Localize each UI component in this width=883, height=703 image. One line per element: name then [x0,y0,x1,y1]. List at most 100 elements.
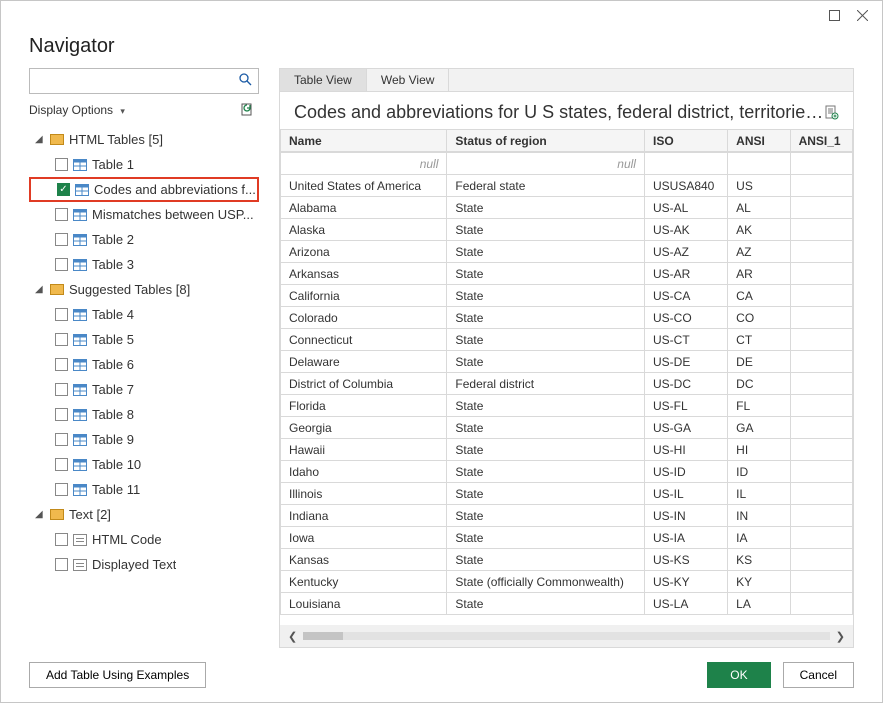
table-row[interactable]: IowaStateUS-IAIA [281,527,853,549]
tree-item[interactable]: HTML Code [29,527,259,552]
table-row[interactable]: IdahoStateUS-IDID [281,461,853,483]
table-row[interactable]: GeorgiaStateUS-GAGA [281,417,853,439]
tree-item[interactable]: Table 11 [29,477,259,502]
search-input[interactable] [36,74,239,88]
column-header[interactable]: ANSI [728,130,790,152]
tree-item[interactable]: Table 10 [29,452,259,477]
maximize-button[interactable] [820,3,848,27]
checkbox[interactable] [55,433,68,446]
add-table-examples-button[interactable]: Add Table Using Examples [29,662,206,688]
cell: AL [728,197,790,219]
table-row[interactable]: KansasStateUS-KSKS [281,549,853,571]
table-row[interactable]: IllinoisStateUS-ILIL [281,483,853,505]
data-grid-body[interactable]: nullnullUnited States of AmericaFederal … [280,152,853,625]
tree-item[interactable]: Table 8 [29,402,259,427]
tab-table-view[interactable]: Table View [280,69,367,91]
column-header[interactable]: Name [281,130,447,152]
cell [790,505,852,527]
cell: State [447,263,645,285]
table-row[interactable]: HawaiiStateUS-HIHI [281,439,853,461]
cell: Alabama [281,197,447,219]
tree-view: ◢HTML Tables [5]Table 1✓Codes and abbrev… [29,127,259,648]
tree-item[interactable]: Table 4 [29,302,259,327]
tree-item[interactable]: Table 2 [29,227,259,252]
table-row[interactable]: CaliforniaStateUS-CACA [281,285,853,307]
tree-item[interactable]: ✓Codes and abbreviations f... [29,177,259,202]
tree-item-label: Table 8 [92,407,134,422]
cell [790,461,852,483]
tree-item[interactable]: Table 5 [29,327,259,352]
checkbox[interactable] [55,458,68,471]
caret-down-icon: ◢ [35,509,45,520]
ok-button[interactable]: OK [707,662,770,688]
checkbox[interactable] [55,558,68,571]
table-row[interactable]: DelawareStateUS-DEDE [281,351,853,373]
scrollbar-track[interactable] [303,632,830,640]
cell: GA [728,417,790,439]
caret-down-icon: ◢ [35,284,45,295]
table-row[interactable]: ConnecticutStateUS-CTCT [281,329,853,351]
column-header[interactable]: ANSI_1 [790,130,852,152]
table-icon [73,459,87,471]
tree-group[interactable]: ◢HTML Tables [5] [29,127,259,152]
checkbox[interactable] [55,158,68,171]
tree-item[interactable]: Table 7 [29,377,259,402]
table-row[interactable]: ArizonaStateUS-AZAZ [281,241,853,263]
column-header[interactable]: Status of region [447,130,645,152]
tree-item[interactable]: Table 3 [29,252,259,277]
checkbox[interactable] [55,308,68,321]
search-box[interactable] [29,68,259,94]
table-row[interactable]: KentuckyState (officially Commonwealth)U… [281,571,853,593]
scroll-right-icon[interactable]: ❯ [836,630,845,643]
cell: Illinois [281,483,447,505]
cell: State [447,505,645,527]
cell [790,549,852,571]
scrollbar-thumb[interactable] [303,632,343,640]
refresh-button[interactable] [240,102,255,117]
checkbox[interactable] [55,233,68,246]
table-row[interactable]: ColoradoStateUS-COCO [281,307,853,329]
table-row[interactable]: ArkansasStateUS-ARAR [281,263,853,285]
tree-group[interactable]: ◢Text [2] [29,502,259,527]
table-icon [73,234,87,246]
table-row[interactable]: LouisianaStateUS-LALA [281,593,853,615]
tree-item[interactable]: Mismatches between USP... [29,202,259,227]
table-row[interactable]: IndianaStateUS-ININ [281,505,853,527]
table-row[interactable]: District of ColumbiaFederal districtUS-D… [281,373,853,395]
table-row[interactable]: United States of AmericaFederal stateUSU… [281,175,853,197]
table-row[interactable]: AlabamaStateUS-ALAL [281,197,853,219]
cell: US-IN [644,505,727,527]
checkbox[interactable] [55,258,68,271]
table-row[interactable]: FloridaStateUS-FLFL [281,395,853,417]
checkbox[interactable] [55,483,68,496]
scroll-left-icon[interactable]: ❮ [288,630,297,643]
tree-group-label: Suggested Tables [8] [69,282,190,297]
cell: US-IL [644,483,727,505]
column-header[interactable]: ISO [644,130,727,152]
tree-group[interactable]: ◢ Suggested Tables [8] [29,277,259,302]
cell [790,483,852,505]
checkbox[interactable] [55,358,68,371]
table-icon [73,409,87,421]
checkbox[interactable] [55,208,68,221]
checkbox[interactable]: ✓ [57,183,70,196]
cancel-button[interactable]: Cancel [783,662,854,688]
checkbox[interactable] [55,383,68,396]
checkbox[interactable] [55,408,68,421]
cell: US-KY [644,571,727,593]
tree-item[interactable]: Table 1 [29,152,259,177]
tab-web-view[interactable]: Web View [367,69,450,91]
search-icon [239,73,252,89]
tree-item[interactable]: Displayed Text [29,552,259,577]
horizontal-scrollbar[interactable]: ❮ ❯ [280,625,853,647]
display-options-dropdown[interactable]: Display Options ▾ [29,103,125,117]
cell: Hawaii [281,439,447,461]
table-row[interactable]: AlaskaStateUS-AKAK [281,219,853,241]
checkbox[interactable] [55,533,68,546]
add-column-button[interactable] [824,105,839,120]
tree-item[interactable]: Table 9 [29,427,259,452]
tree-item[interactable]: Table 6 [29,352,259,377]
cell: US-CO [644,307,727,329]
checkbox[interactable] [55,333,68,346]
close-button[interactable] [848,3,876,27]
